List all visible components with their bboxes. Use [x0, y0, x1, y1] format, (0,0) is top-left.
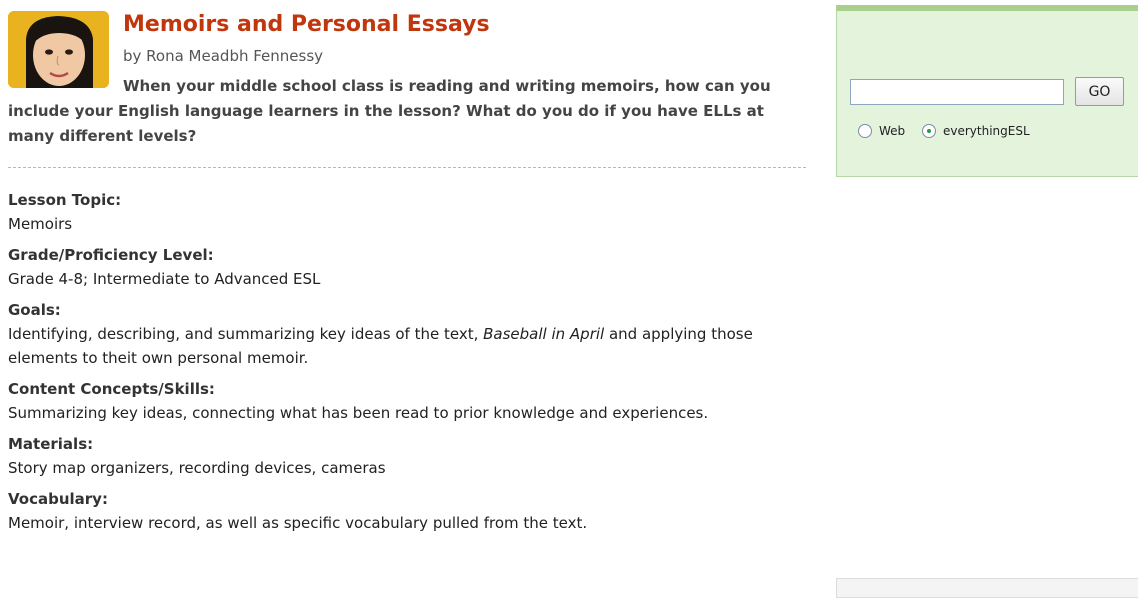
grade-level-label: Grade/Proficiency Level: — [8, 246, 214, 264]
goals-text-before: Identifying, describing, and summarizing… — [8, 325, 484, 343]
skills-value: Summarizing key ideas, connecting what h… — [8, 404, 709, 422]
article-byline: by Rona Meadbh Fennessy — [123, 47, 324, 65]
search-panel: GO Web everythingESL — [836, 5, 1138, 177]
vocabulary-label: Vocabulary: — [8, 490, 108, 508]
goals-value: Identifying, describing, and summarizing… — [8, 322, 808, 370]
skills-label: Content Concepts/Skills: — [8, 380, 215, 398]
lesson-topic-label: Lesson Topic: — [8, 191, 122, 209]
lesson-details: Lesson Topic: Memoirs Grade/Proficiency … — [8, 188, 808, 542]
sidebar-box-bottom — [836, 578, 1138, 598]
radio-web-circle[interactable] — [858, 124, 872, 138]
radio-web[interactable]: Web — [858, 124, 905, 138]
skills-field: Content Concepts/Skills: Summarizing key… — [8, 377, 808, 425]
grade-level-field: Grade/Proficiency Level: Grade 4-8; Inte… — [8, 243, 808, 291]
materials-field: Materials: Story map organizers, recordi… — [8, 432, 808, 480]
materials-value: Story map organizers, recording devices,… — [8, 459, 386, 477]
radio-everythingesl-label: everythingESL — [943, 124, 1030, 138]
goals-book-title: Baseball in April — [483, 325, 605, 343]
grade-level-value: Grade 4-8; Intermediate to Advanced ESL — [8, 270, 321, 288]
radio-everythingesl[interactable]: everythingESL — [922, 124, 1030, 138]
article-intro: When your middle school class is reading… — [8, 77, 771, 145]
vocabulary-field: Vocabulary: Memoir, interview record, as… — [8, 487, 808, 535]
goals-field: Goals: Identifying, describing, and summ… — [8, 298, 808, 370]
dashed-divider — [8, 167, 806, 168]
materials-label: Materials: — [8, 435, 94, 453]
goals-label: Goals: — [8, 301, 61, 319]
search-input[interactable] — [850, 79, 1064, 105]
go-button[interactable]: GO — [1075, 77, 1124, 106]
radio-everythingesl-circle[interactable] — [922, 124, 936, 138]
lesson-topic-value: Memoirs — [8, 215, 73, 233]
lesson-topic-field: Lesson Topic: Memoirs — [8, 188, 808, 236]
radio-web-label: Web — [879, 124, 906, 138]
article-title[interactable]: Memoirs and Personal Essays — [123, 12, 490, 37]
vocabulary-value: Memoir, interview record, as well as spe… — [8, 514, 588, 532]
